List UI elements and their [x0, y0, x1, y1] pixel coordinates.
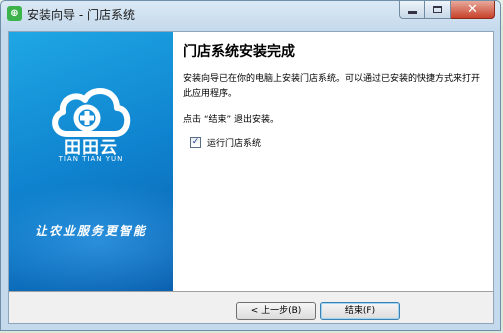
wizard-banner: 田田云 TIAN TIAN YUN 让农业服务更智能 [9, 32, 173, 291]
finish-button[interactable]: 结束(F) [320, 302, 400, 320]
run-app-checkbox[interactable]: ✓ [190, 137, 201, 148]
completion-description: 安装向导已在你的电脑上安装门店系统。可以通过已安装的快捷方式来打开此应用程序。 [183, 74, 481, 99]
button-divider [9, 291, 493, 292]
minimize-icon [407, 11, 417, 14]
close-button[interactable]: ✕ [451, 1, 495, 19]
maximize-icon [433, 6, 442, 13]
brand-pinyin: TIAN TIAN YUN [58, 155, 124, 163]
minimize-button[interactable] [399, 1, 425, 19]
run-app-option[interactable]: ✓ 运行门店系统 [190, 136, 261, 149]
installer-window: ⊕ 安装向导 - 门店系统 ✕ 田田云 TIAN TIAN YUN 让农业服务更… [0, 0, 501, 331]
app-icon: ⊕ [7, 6, 22, 21]
finish-page: 门店系统安装完成 安装向导已在你的电脑上安装门店系统。可以通过已安装的快捷方式来… [173, 32, 493, 291]
page-title: 门店系统安装完成 [183, 44, 295, 60]
exit-hint: 点击 “结束” 退出安装。 [183, 115, 280, 125]
back-button[interactable]: < 上一步(B) [236, 302, 316, 320]
window-title: 安装向导 - 门店系统 [27, 8, 135, 22]
title-bar[interactable]: ⊕ 安装向导 - 门店系统 ✕ [1, 1, 500, 31]
maximize-button[interactable] [425, 1, 451, 19]
close-icon: ✕ [467, 1, 478, 17]
wizard-body: 田田云 TIAN TIAN YUN 让农业服务更智能 门店系统安装完成 安装向导… [8, 31, 494, 324]
caption-buttons: ✕ [399, 1, 495, 20]
run-app-label[interactable]: 运行门店系统 [207, 136, 261, 149]
brand-slogan: 让农业服务更智能 [34, 224, 147, 238]
